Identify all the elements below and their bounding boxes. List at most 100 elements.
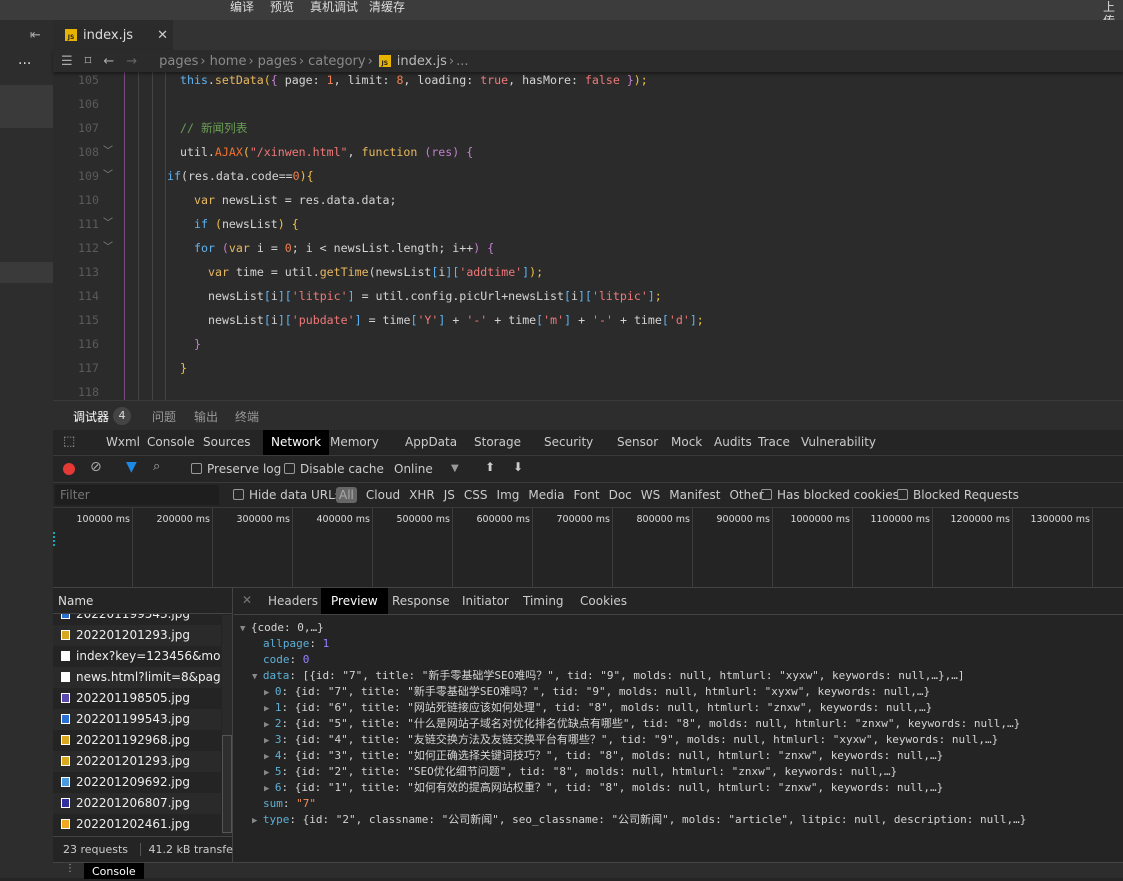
filter-icon[interactable]: ▼ (126, 459, 137, 475)
tab-cookies[interactable]: Cookies (570, 588, 637, 614)
tab-index-js[interactable]: JS index.js ✕ (53, 20, 173, 50)
crumb-item[interactable]: pages (159, 54, 198, 69)
throttle-select[interactable]: Online (394, 462, 433, 476)
tab-security[interactable]: Security (536, 430, 601, 455)
import-har-icon[interactable]: ⬆ (485, 460, 495, 474)
tab-sensor[interactable]: Sensor (609, 430, 666, 455)
request-row[interactable]: 202201199543.jpg (53, 614, 221, 625)
code-editor[interactable]: 105 this.setData({ page: 1, limit: 8, loa… (53, 72, 1123, 400)
tab-mock[interactable]: Mock (663, 430, 710, 455)
sidebar-item[interactable] (0, 262, 53, 283)
expanded-triangle-icon[interactable]: ▼ (252, 672, 263, 682)
crumb-item[interactable]: pages (258, 54, 297, 69)
filter-type-js[interactable]: JS (444, 488, 455, 502)
tab-trace[interactable]: Trace (750, 430, 798, 455)
tab-preview[interactable]: Preview (321, 588, 388, 614)
collapse-sidebar-icon[interactable]: ⇤ (30, 28, 41, 43)
fold-chevron-icon[interactable]: ﹀ (103, 212, 113, 236)
filter-type-media[interactable]: Media (528, 488, 564, 502)
tab-appdata[interactable]: AppData (397, 430, 465, 455)
json-tree-row[interactable]: ▶ 4: {id: "3", title: "如何正确选择关键词技巧？", ti… (264, 748, 943, 764)
filter-type-img[interactable]: Img (497, 488, 520, 502)
scrollbar[interactable] (222, 615, 232, 835)
tab-storage[interactable]: Storage (466, 430, 529, 455)
filter-input[interactable] (55, 485, 219, 505)
fold-chevron-icon[interactable]: ﹀ (103, 236, 113, 260)
json-tree-row[interactable]: ▶ 5: {id: "2", title: "SEO优化细节问题", tid: … (264, 764, 897, 780)
collapsed-triangle-icon[interactable]: ▶ (264, 768, 275, 778)
search-icon[interactable]: ⌕ (153, 459, 160, 474)
clear-icon[interactable]: ⊘ (90, 459, 102, 475)
tab-vulnerability[interactable]: Vulnerability (793, 430, 884, 455)
back-icon[interactable]: ← (103, 54, 114, 69)
filter-type-all[interactable]: All (336, 487, 357, 503)
preview-button[interactable]: 预览 (270, 0, 294, 14)
tab-terminal[interactable]: 终端 (235, 408, 259, 425)
tab-network[interactable]: Network (263, 430, 330, 455)
has-blocked-cookies-checkbox[interactable]: Has blocked cookies (761, 488, 899, 502)
record-icon[interactable] (63, 463, 75, 475)
preserve-log-checkbox[interactable]: Preserve log (191, 462, 281, 476)
forward-icon[interactable]: → (126, 54, 137, 69)
tab-initiator[interactable]: Initiator (452, 588, 519, 614)
request-row[interactable]: 202201206807.jpg (53, 793, 221, 814)
crumb-item[interactable]: index.js (397, 54, 447, 69)
json-tree-row[interactable]: ▶ type: {id: "2", classname: "公司新闻", seo… (252, 812, 1026, 828)
export-har-icon[interactable]: ⬇ (513, 460, 523, 474)
json-tree-row[interactable]: ▶ 0: {id: "7", title: "新手零基础学SEO难吗？", ti… (264, 684, 930, 700)
crumb-item[interactable]: category (308, 54, 365, 69)
collapsed-triangle-icon[interactable]: ▶ (264, 704, 275, 714)
name-column-header[interactable]: Name (53, 588, 233, 614)
json-tree-row[interactable]: ▶ 1: {id: "6", title: "网站死链接应该如何处理", tid… (264, 700, 932, 716)
inspect-element-icon[interactable]: ⬚ (63, 434, 75, 449)
crumb-item[interactable]: ... (456, 54, 468, 69)
collapsed-triangle-icon[interactable]: ▶ (264, 736, 275, 746)
collapsed-triangle-icon[interactable]: ▶ (252, 816, 263, 826)
filter-type-other[interactable]: Other (729, 488, 763, 502)
request-row[interactable]: 202201192968.jpg (53, 730, 221, 751)
tab-console-drawer[interactable]: Console (84, 863, 144, 879)
tab-sources[interactable]: Sources (195, 430, 258, 455)
fold-chevron-icon[interactable]: ﹀ (103, 140, 113, 164)
hide-data-urls-checkbox[interactable]: Hide data URLs (233, 488, 341, 502)
close-tab-icon[interactable]: ✕ (157, 28, 168, 43)
request-row[interactable]: news.html?limit=8&page= (53, 667, 221, 688)
close-detail-icon[interactable]: ✕ (242, 593, 252, 607)
filter-type-cloud[interactable]: Cloud (366, 488, 400, 502)
outline-icon[interactable]: ☰ (61, 54, 73, 69)
filter-type-css[interactable]: CSS (464, 488, 488, 502)
compile-button[interactable]: 编译 (230, 0, 254, 14)
tab-problems[interactable]: 问题 (152, 408, 176, 425)
request-row[interactable]: 202201198505.jpg (53, 688, 221, 709)
collapsed-triangle-icon[interactable]: ▶ (264, 752, 275, 762)
request-row[interactable]: 202201201293.jpg (53, 751, 221, 772)
fold-chevron-icon[interactable]: ﹀ (103, 164, 113, 188)
tab-output[interactable]: 输出 (194, 408, 218, 425)
json-tree-row[interactable]: ▼ {code: 0,…} (240, 620, 324, 636)
sidebar-selected-item[interactable] (0, 85, 53, 128)
tab-debugger[interactable]: 调试器 (73, 408, 110, 431)
tab-headers[interactable]: Headers (258, 588, 328, 614)
filter-type-xhr[interactable]: XHR (409, 488, 435, 502)
json-tree-row[interactable]: ▼ data: [{id: "7", title: "新手零基础学SEO难吗？"… (252, 668, 965, 684)
tab-memory[interactable]: Memory (322, 430, 387, 455)
request-row[interactable]: 202201209692.jpg (53, 772, 221, 793)
json-tree-row[interactable]: ▶ 2: {id: "5", title: "什么是网站子域名对优化排名优缺点有… (264, 716, 1020, 732)
chevron-down-icon[interactable]: ▼ (451, 463, 459, 474)
filter-type-doc[interactable]: Doc (609, 488, 632, 502)
tab-timing[interactable]: Timing (513, 588, 574, 614)
network-timeline[interactable]: 100000 ms 200000 ms 300000 ms 400000 ms 5000… (53, 508, 1123, 588)
collapsed-triangle-icon[interactable]: ▶ (264, 720, 275, 730)
filter-type-font[interactable]: Font (573, 488, 599, 502)
json-tree-row[interactable]: ▶ 6: {id: "1", title: "如何有效的提高网站权重？", ti… (264, 780, 943, 796)
drawer-menu-icon[interactable]: ⋮ (65, 863, 75, 874)
request-row[interactable]: 202201202461.jpg (53, 814, 221, 835)
request-row[interactable]: 202201199543.jpg (53, 709, 221, 730)
more-icon[interactable]: ··· (18, 56, 31, 72)
json-tree-row[interactable]: ▶ 3: {id: "4", title: "友链交换方法及友链交换平台有哪些？… (264, 732, 998, 748)
disable-cache-checkbox[interactable]: Disable cache (284, 462, 384, 476)
filter-type-manifest[interactable]: Manifest (669, 488, 720, 502)
filter-type-ws[interactable]: WS (641, 488, 660, 502)
collapsed-triangle-icon[interactable]: ▶ (264, 784, 275, 794)
bookmark-icon[interactable]: ⌑ (85, 54, 92, 69)
